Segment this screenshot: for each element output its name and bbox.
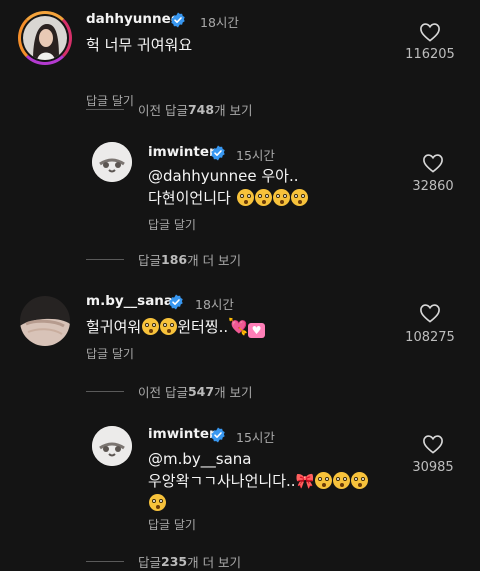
verified-badge-icon [211,145,225,161]
astonished-emoji-icon [272,189,290,206]
pleading-emoji-icon [160,318,178,335]
avatar-photo [20,296,70,346]
verified-badge-icon [211,427,225,443]
view-more-prefix: 이전 답글 [138,103,188,118]
username[interactable]: imwinter [148,144,216,160]
heart-outline-icon[interactable] [422,153,444,173]
view-more-suffix: 개 더 보기 [187,555,242,570]
timestamp: 15시간 [236,148,275,163]
mention-link[interactable]: @m.by__sana [148,450,251,468]
astonished-emoji-icon [315,472,333,489]
heart-outline-icon[interactable] [422,434,444,454]
comment-text: 헐귀여워 윈터찡..💘 ♥ [86,316,266,338]
comment-text-line2: 다현이언니다 [148,187,308,209]
username[interactable]: m.by__sana [86,293,173,309]
comments-thread: dahhyunnee 18시간 헉 너무 귀여워요 답글 달기 116205 이… [0,0,480,571]
like-count: 108275 [405,330,455,345]
comment-text: 헉 너무 귀여워요 [86,36,193,54]
verified-badge-icon [171,12,185,28]
view-more-suffix: 개 보기 [214,385,253,400]
reply-button[interactable]: 답글 달기 [86,345,134,362]
view-more-count: 186 [161,252,188,267]
comment-text-start: 헐귀여워 [86,318,142,336]
username[interactable]: imwinter [148,426,216,442]
comment-text-line2: 우앙왁ㄱㄱ사나언니다..🎀 [148,470,369,492]
view-previous-replies[interactable]: 이전 답글 547 개 보기 [86,382,253,401]
comment-text-rest: 우아.. [256,167,299,185]
comment-text-line2-text: 다현이언니다 [148,189,231,207]
heart-outline-icon[interactable] [419,22,441,42]
heart-arrow-emoji-icon: 💘 [228,317,249,336]
avatar[interactable] [92,426,132,466]
avatar[interactable] [92,142,132,182]
avatar[interactable] [18,11,72,65]
comment-text-mid: 윈터찡.. [177,318,229,336]
avatar-photo [92,426,132,466]
timestamp: 18시간 [195,297,234,312]
astonished-emoji-icon [333,472,351,489]
reply-button[interactable]: 답글 달기 [148,516,196,533]
view-more-prefix: 이전 답글 [138,385,188,400]
divider [86,109,124,110]
comment-text-line3 [148,492,166,514]
heart-outline-icon[interactable] [419,303,441,323]
view-more-count: 547 [187,384,215,399]
mention-link[interactable]: @dahhyunnee [148,167,257,185]
view-more-replies[interactable]: 답글 235 개 더 보기 [86,552,241,571]
like-count: 116205 [405,47,455,62]
pleading-emoji-icon [142,318,160,335]
timestamp: 15시간 [236,430,275,445]
avatar-photo [92,142,132,182]
view-more-prefix: 답글 [138,253,162,268]
timestamp: 18시간 [200,15,239,30]
astonished-emoji-icon [351,472,369,489]
comment-text-line2-text: 우앙왁ㄱㄱ사나언니다.. [148,472,296,490]
heart-box-emoji-icon: ♥ [248,323,266,338]
comment-text: @dahhyunnee 우아.. [148,165,299,187]
ribbon-emoji-icon: 🎀 [295,472,315,490]
divider [86,561,124,562]
astonished-emoji-icon [290,189,308,206]
view-more-replies[interactable]: 답글 186 개 더 보기 [86,250,241,269]
verified-badge-icon [169,294,183,310]
avatar[interactable] [20,296,70,346]
reply-button[interactable]: 답글 달기 [148,216,196,233]
view-more-suffix: 개 보기 [214,103,253,118]
avatar-photo [23,16,67,60]
view-more-count: 235 [161,554,188,569]
username[interactable]: dahhyunnee [86,11,180,27]
like-count: 32860 [412,179,454,194]
like-count: 30985 [412,460,454,475]
comment-text: @m.by__sana [148,448,251,470]
view-more-count: 748 [187,102,215,117]
divider [86,259,124,260]
view-more-prefix: 답글 [138,555,162,570]
view-previous-replies[interactable]: 이전 답글 748 개 보기 [86,100,253,119]
divider [86,391,124,392]
astonished-emoji-icon [254,189,272,206]
astonished-emoji-icon [149,494,166,511]
astonished-emoji-icon [236,189,254,206]
view-more-suffix: 개 더 보기 [187,253,242,268]
